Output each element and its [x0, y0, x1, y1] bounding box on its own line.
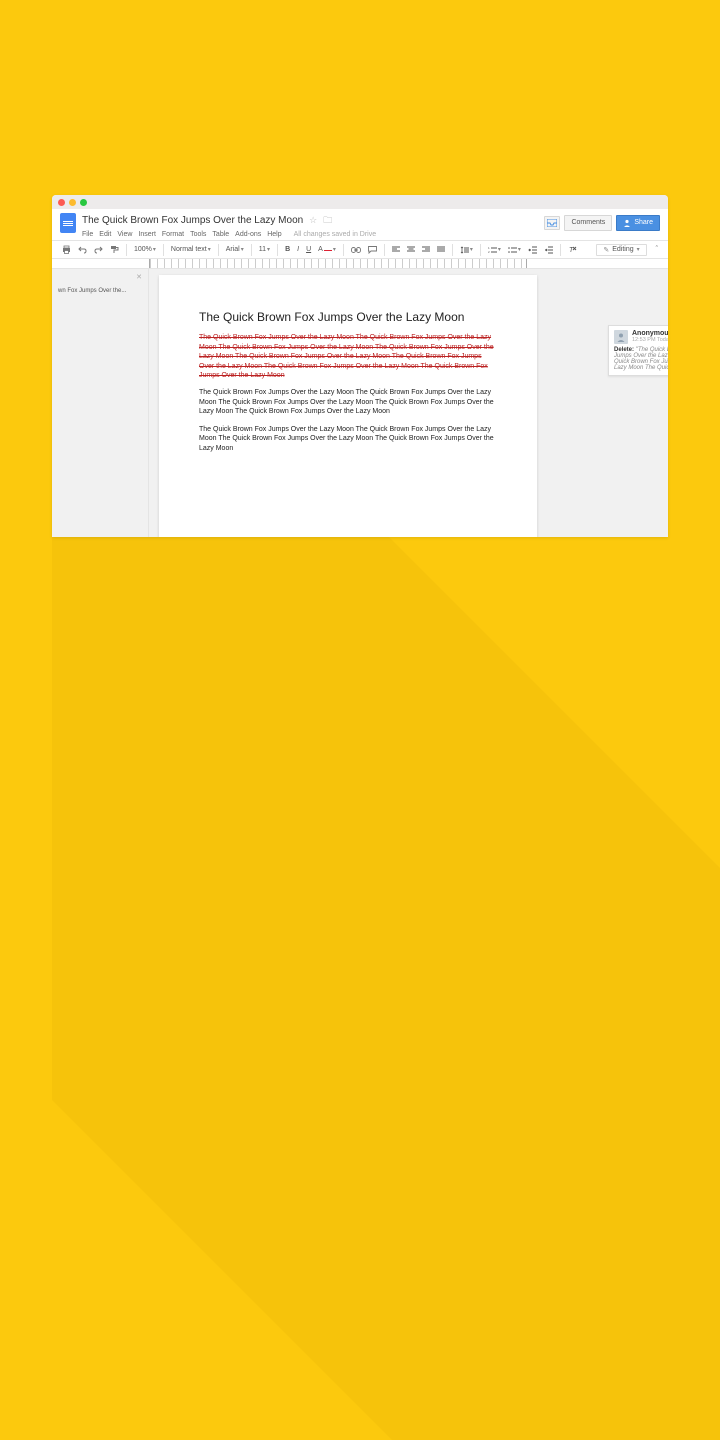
share-label: Share	[634, 218, 653, 228]
indent-icon[interactable]	[542, 245, 555, 255]
inbox-icon[interactable]	[544, 216, 560, 230]
zoom-selector[interactable]: 100%▾	[132, 245, 158, 254]
chevron-up-icon[interactable]: ˆ	[654, 245, 660, 254]
editor-body: ✕ wn Fox Jumps Over the... The Quick Bro…	[52, 269, 668, 537]
align-center-icon[interactable]	[405, 245, 417, 254]
print-icon[interactable]	[60, 244, 73, 255]
traffic-lights	[58, 199, 87, 206]
align-left-icon[interactable]	[390, 245, 402, 254]
document-page[interactable]: The Quick Brown Fox Jumps Over the Lazy …	[159, 275, 537, 537]
person-icon	[623, 219, 631, 227]
menu-bar: File Edit View Insert Format Tools Table…	[82, 231, 544, 238]
separator	[251, 244, 252, 256]
underline-button[interactable]: U	[304, 245, 313, 254]
toolbar: 100%▾ Normal text▾ Arial▾ 11▾ B I U A▾ ▾…	[52, 241, 668, 259]
separator	[163, 244, 164, 256]
ruler[interactable]	[52, 259, 668, 269]
save-status: All changes saved in Drive	[294, 231, 377, 238]
close-icon[interactable]: ✕	[136, 273, 142, 281]
redo-icon[interactable]	[92, 245, 105, 255]
separator	[384, 244, 385, 256]
outdent-icon[interactable]	[526, 245, 539, 255]
menu-tools[interactable]: Tools	[190, 231, 206, 238]
menu-format[interactable]: Format	[162, 231, 184, 238]
add-comment-icon[interactable]	[366, 245, 379, 255]
chevron-down-icon: ▾	[637, 246, 640, 253]
undo-icon[interactable]	[76, 245, 89, 255]
svg-text:T: T	[569, 247, 574, 254]
style-selector[interactable]: Normal text▾	[169, 245, 213, 254]
outline-panel: ✕ wn Fox Jumps Over the...	[52, 269, 149, 537]
maximize-window-icon[interactable]	[80, 199, 87, 206]
ruler-scale	[149, 259, 527, 268]
window-titlebar[interactable]	[52, 195, 668, 209]
separator	[480, 244, 481, 256]
menu-table[interactable]: Table	[212, 231, 229, 238]
line-spacing-icon[interactable]: ▾	[458, 245, 475, 255]
star-icon[interactable]: ☆	[309, 215, 317, 225]
separator	[343, 244, 344, 256]
app-header: The Quick Brown Fox Jumps Over the Lazy …	[52, 209, 668, 241]
link-icon[interactable]	[349, 246, 363, 254]
menu-insert[interactable]: Insert	[138, 231, 156, 238]
mode-selector[interactable]: ✎ Editing ▾	[596, 244, 646, 256]
separator	[452, 244, 453, 256]
bold-button[interactable]: B	[283, 245, 292, 254]
document-title[interactable]: The Quick Brown Fox Jumps Over the Lazy …	[82, 215, 303, 226]
menu-help[interactable]: Help	[267, 231, 281, 238]
menu-edit[interactable]: Edit	[99, 231, 111, 238]
italic-button[interactable]: I	[295, 245, 301, 254]
comment-author: Anonymous	[632, 330, 668, 337]
font-selector[interactable]: Arial▾	[224, 245, 246, 254]
mode-label: Editing	[612, 246, 633, 253]
fontsize-selector[interactable]: 11▾	[257, 245, 272, 254]
app-window: The Quick Brown Fox Jumps Over the Lazy …	[52, 195, 668, 537]
clear-formatting-icon[interactable]: T	[566, 244, 579, 255]
comment-time: 12:53 PM Today	[632, 337, 668, 343]
close-window-icon[interactable]	[58, 199, 65, 206]
header-actions: Comments Share	[544, 215, 660, 231]
suggestion-card[interactable]: Anonymous 12:53 PM Today ✓ ✕ Delete: "Th…	[608, 325, 668, 376]
comments-button[interactable]: Comments	[564, 215, 612, 231]
avatar-icon	[614, 330, 628, 344]
title-block: The Quick Brown Fox Jumps Over the Lazy …	[82, 213, 544, 238]
align-right-icon[interactable]	[420, 245, 432, 254]
text-color-button[interactable]: A▾	[316, 245, 338, 254]
numbered-list-icon[interactable]: 12▾	[486, 245, 503, 255]
menu-addons[interactable]: Add-ons	[235, 231, 261, 238]
menu-file[interactable]: File	[82, 231, 93, 238]
page-heading[interactable]: The Quick Brown Fox Jumps Over the Lazy …	[199, 309, 497, 325]
separator	[126, 244, 127, 256]
separator	[560, 244, 561, 256]
paint-format-icon[interactable]	[108, 244, 121, 255]
svg-text:2: 2	[488, 250, 490, 254]
menu-view[interactable]: View	[117, 231, 132, 238]
outline-item[interactable]: wn Fox Jumps Over the...	[52, 285, 148, 297]
separator	[218, 244, 219, 256]
folder-icon[interactable]: 🗀	[323, 215, 332, 225]
paragraph[interactable]: The Quick Brown Fox Jumps Over the Lazy …	[199, 388, 497, 416]
separator	[277, 244, 278, 256]
comment-body: Delete: "The Quick Brown Fox Jumps Over …	[614, 347, 668, 371]
share-button[interactable]: Share	[616, 215, 660, 231]
docs-logo-icon[interactable]	[60, 213, 76, 233]
pencil-icon: ✎	[603, 246, 609, 254]
minimize-window-icon[interactable]	[69, 199, 76, 206]
paragraph[interactable]: The Quick Brown Fox Jumps Over the Lazy …	[199, 425, 497, 453]
bullet-list-icon[interactable]: ▾	[506, 245, 523, 255]
deleted-paragraph[interactable]: The Quick Brown Fox Jumps Over the Lazy …	[199, 333, 497, 380]
align-justify-icon[interactable]	[435, 245, 447, 254]
page-area[interactable]: The Quick Brown Fox Jumps Over the Lazy …	[149, 269, 668, 537]
